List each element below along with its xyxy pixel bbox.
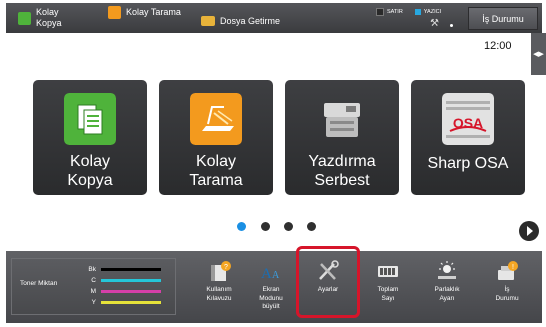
toner-title: Toner Miktarı (20, 280, 58, 287)
folder-icon (201, 16, 215, 26)
guide-icon: ? (211, 261, 231, 281)
osa-icon: OSA (442, 93, 494, 145)
yazici-label: YAZICI (423, 9, 442, 15)
satir-indicator-icon (376, 8, 384, 16)
parlaklik-ayari-button[interactable]: Parlaklık Ayarı (421, 256, 473, 318)
toner-bar-bk (101, 268, 161, 271)
toner-bar-c (101, 279, 161, 282)
font-enlarge-icon: A A (261, 266, 280, 282)
page-indicator-3[interactable] (284, 222, 293, 231)
counter-icon (378, 266, 398, 277)
page-indicator-2[interactable] (261, 222, 270, 231)
parlaklik-ayari-label: Parlaklık Ayarı (434, 286, 460, 302)
tile-kolay-tarama-label-2: Tarama (189, 172, 243, 189)
toner-row-bk: Bk (84, 265, 161, 274)
tile-kolay-tarama[interactable]: Kolay Tarama (159, 80, 273, 195)
copy-icon (64, 93, 116, 145)
tile-kolay-tarama-label-1: Kolay (195, 153, 237, 170)
scan-icon (108, 5, 121, 19)
is-durumu-bottom-label: İş Durumu (495, 286, 519, 302)
is-durumu-bottom-button[interactable]: ! İş Durumu (481, 256, 533, 318)
control-panel-screen: Kolay Kopya Kolay Tarama Dosya Getirme S… (0, 0, 546, 327)
tile-yazdirma-serbest[interactable]: Yazdırma Serbest (285, 80, 399, 195)
top-bar: Kolay Kopya Kolay Tarama Dosya Getirme S… (6, 3, 542, 33)
satir-label: SATIR (387, 9, 403, 15)
tile-kolay-kopya-label-1: Kolay (69, 153, 111, 170)
yazici-indicator-icon (414, 9, 421, 15)
toner-label-y: Y (91, 299, 96, 306)
is-durumu-button[interactable]: İş Durumu (468, 7, 538, 30)
kolay-kopya-label-2: Kopya (36, 18, 62, 28)
tile-sharp-osa[interactable]: OSA Sharp OSA (411, 80, 525, 195)
tile-yazdirma-serbest-label-2: Serbest (314, 172, 370, 189)
svg-text:!: ! (512, 264, 514, 271)
toner-bar-m (101, 290, 161, 293)
ekran-modunu-buyult-button[interactable]: A A Ekran Modunu büyült (245, 256, 297, 318)
dosya-getirme-shortcut[interactable]: Dosya Getirme (201, 6, 280, 36)
next-page-button[interactable] (519, 221, 539, 241)
page-indicator-1[interactable] (237, 222, 246, 231)
toner-label-c: C (91, 277, 96, 284)
ekran-modunu-buyult-label: Ekran Modunu büyült (259, 286, 283, 310)
kolay-kopya-label-1: Kolay (36, 7, 59, 17)
toner-row-c: C (84, 276, 161, 285)
toner-row-m: M (84, 287, 161, 296)
tile-yazdirma-serbest-label-1: Yazdırma (308, 153, 376, 170)
tile-kolay-kopya[interactable]: Kolay Kopya (33, 80, 147, 195)
copy-icon (18, 11, 31, 25)
side-panel-tab[interactable]: ◀▶ (531, 33, 546, 75)
toner-label-m: M (90, 288, 96, 295)
kolay-tarama-shortcut[interactable]: Kolay Tarama (108, 0, 181, 27)
kolay-tarama-label: Kolay Tarama (126, 7, 181, 17)
toplam-sayi-button[interactable]: Toplam Sayı (362, 256, 414, 318)
job-status-icon: ! (498, 261, 518, 280)
kullanim-kilavuzu-button[interactable]: ? Kullanım Kılavuzu (193, 256, 245, 318)
dosya-getirme-label: Dosya Getirme (220, 16, 281, 26)
svg-text:A: A (272, 270, 280, 281)
toner-label-bk: Bk (88, 266, 96, 273)
ayarlar-highlight-frame (296, 246, 360, 318)
toplam-sayi-label: Toplam Sayı (377, 286, 399, 302)
printer-icon (324, 103, 360, 137)
maintenance-icon: ⚒ (430, 18, 439, 29)
scan-icon (190, 93, 242, 145)
clock: 12:00 (484, 40, 512, 52)
svg-text:?: ? (224, 264, 228, 271)
kolay-kopya-shortcut[interactable]: Kolay Kopya (18, 3, 62, 33)
page-indicator-4[interactable] (307, 222, 316, 231)
tile-kolay-kopya-label-2: Kopya (67, 172, 113, 189)
status-indicators: SATIR YAZICI (376, 8, 441, 16)
kullanim-kilavuzu-label: Kullanım Kılavuzu (206, 286, 232, 302)
brightness-icon (438, 261, 456, 279)
toner-bar-y (101, 301, 161, 304)
toner-row-y: Y (84, 298, 161, 307)
status-dot-icon (450, 24, 453, 27)
svg-text:A: A (261, 266, 272, 282)
tile-sharp-osa-label: Sharp OSA (427, 155, 509, 172)
